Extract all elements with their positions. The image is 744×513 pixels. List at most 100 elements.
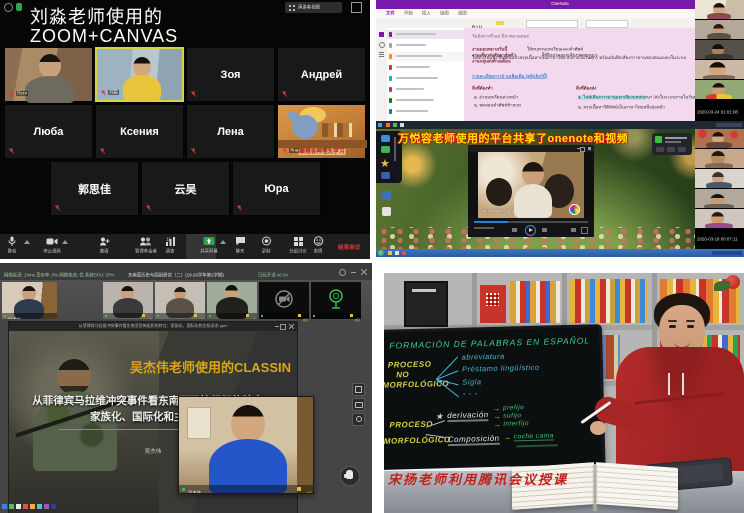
taskbar-icon[interactable] bbox=[16, 504, 21, 509]
teacher-video-tile[interactable]: 吴杰伟 bbox=[2, 282, 57, 319]
video-tile[interactable]: Люба bbox=[4, 104, 93, 159]
minimize-icon[interactable] bbox=[351, 272, 356, 273]
filmstrip-video[interactable] bbox=[695, 149, 744, 168]
filmstrip-video[interactable] bbox=[695, 169, 744, 188]
page-hyperlink[interactable]: รายละเอียดการบ้านเพิ่มเติม (คลิกลิงก์นี้… bbox=[472, 74, 547, 79]
highlighter-icon[interactable] bbox=[496, 21, 504, 25]
video-tile[interactable]: Петя bbox=[4, 47, 93, 102]
tab-draw[interactable]: 绘图 bbox=[440, 11, 449, 16]
filmstrip-video[interactable] bbox=[695, 209, 744, 228]
taskbar-app-icon[interactable] bbox=[388, 251, 392, 255]
taskbar-icon[interactable] bbox=[2, 504, 7, 509]
members-tool-button[interactable] bbox=[352, 413, 365, 426]
video-tile[interactable]: Андрей bbox=[277, 47, 366, 102]
desktop-icon[interactable] bbox=[382, 207, 391, 216]
pptx-minimize-icon[interactable] bbox=[275, 326, 279, 327]
taskbar-icon[interactable] bbox=[9, 504, 14, 509]
taskbar-icon[interactable] bbox=[44, 504, 49, 509]
video-tile[interactable]: 云吴 bbox=[141, 161, 230, 216]
taskbar-app-icon[interactable] bbox=[400, 123, 404, 127]
share-caret-icon[interactable] bbox=[220, 240, 226, 244]
camera-off-tile[interactable]: x0 bbox=[311, 282, 361, 319]
chat-button[interactable]: 聊天 bbox=[232, 236, 248, 256]
start-orb[interactable] bbox=[378, 250, 384, 256]
student-video-tile[interactable]: x0 bbox=[103, 282, 153, 319]
raise-hand-button[interactable] bbox=[340, 466, 360, 486]
fullscreen-icon[interactable] bbox=[351, 2, 362, 13]
recent-icon[interactable] bbox=[379, 52, 384, 53]
pptx-titlebar[interactable]: 从菲律宾马拉维冲突事件看东南亚恐怖组织的特点：家族化、国际化和主权诉求.pptx bbox=[9, 322, 297, 331]
video-tile-cartoon[interactable]: 聚精会神埋头学习 Яна bbox=[277, 104, 366, 159]
filmstrip-video[interactable] bbox=[695, 0, 744, 19]
stop-video-button[interactable]: 停止视频 bbox=[36, 236, 68, 256]
invite-button[interactable]: 邀请 bbox=[96, 236, 112, 256]
filmstrip-video[interactable] bbox=[695, 80, 744, 99]
filmstrip-video[interactable] bbox=[695, 129, 744, 148]
tab-file[interactable]: 文件 bbox=[386, 11, 395, 16]
start-button[interactable] bbox=[378, 123, 382, 127]
taskbar-icon[interactable] bbox=[30, 504, 35, 509]
video-tile[interactable]: 郭思佳 bbox=[50, 161, 139, 216]
student-video-tile[interactable]: x0 bbox=[207, 282, 257, 319]
polls-button[interactable]: 调查 bbox=[162, 236, 178, 256]
taskbar-icon[interactable] bbox=[51, 504, 56, 509]
tab-view[interactable]: 视图 bbox=[458, 11, 467, 16]
styles-dropdown[interactable] bbox=[586, 20, 628, 28]
video-tile[interactable]: Зоя bbox=[186, 47, 275, 102]
board-tool-button[interactable] bbox=[352, 383, 365, 396]
volume-icon[interactable] bbox=[571, 228, 576, 232]
prev-button[interactable] bbox=[512, 228, 517, 232]
search-icon[interactable] bbox=[379, 42, 385, 48]
play-button[interactable] bbox=[525, 225, 536, 236]
tab-insert[interactable]: 插入 bbox=[422, 11, 431, 16]
filmstrip-video[interactable] bbox=[695, 20, 744, 39]
section-item[interactable] bbox=[387, 74, 464, 83]
pptx-close-icon[interactable] bbox=[289, 324, 294, 329]
next-button[interactable] bbox=[542, 228, 547, 232]
system-tray[interactable] bbox=[716, 123, 742, 127]
video-frame[interactable]: สารคดีเด็กไทย bbox=[478, 152, 584, 218]
taskbar-app-icon[interactable] bbox=[402, 251, 406, 255]
pen-tool-icon[interactable] bbox=[381, 135, 390, 142]
reactions-button[interactable]: 表情 bbox=[310, 236, 326, 256]
fullscreen-player-icon[interactable] bbox=[581, 227, 588, 234]
mute-caret-icon[interactable] bbox=[24, 240, 30, 244]
highlight-tool-icon[interactable] bbox=[381, 146, 390, 153]
camera-off-tile[interactable]: x0 bbox=[259, 282, 309, 319]
section-item[interactable] bbox=[387, 41, 464, 50]
star-tool-icon[interactable]: ★ bbox=[380, 159, 390, 170]
settings-gear-icon[interactable] bbox=[339, 269, 346, 276]
slider-control[interactable] bbox=[394, 137, 396, 161]
chat-tool-button[interactable] bbox=[352, 398, 365, 411]
tab-home[interactable]: 开始 bbox=[404, 11, 413, 16]
security-shield-icon[interactable] bbox=[16, 3, 22, 11]
section-item[interactable] bbox=[387, 85, 464, 94]
record-button[interactable]: 录制 bbox=[258, 236, 274, 256]
video-tile[interactable]: Лена bbox=[186, 104, 275, 159]
system-tray[interactable] bbox=[712, 251, 742, 255]
section-item[interactable] bbox=[387, 96, 464, 105]
video-tile-active-speaker[interactable]: 刘淼 bbox=[95, 47, 184, 102]
share-screen-button[interactable]: 共享屏幕 bbox=[193, 236, 225, 256]
video-tile[interactable]: Юра bbox=[232, 161, 321, 216]
recorder-stop-button[interactable] bbox=[656, 147, 664, 152]
floating-teacher-video[interactable]: 吴杰伟 x0 bbox=[178, 396, 314, 494]
taskbar-app-icon[interactable] bbox=[395, 251, 399, 255]
progress-bar[interactable] bbox=[474, 221, 588, 223]
end-meeting-button[interactable]: 结束会议 bbox=[338, 245, 360, 251]
notebooks-icon[interactable] bbox=[379, 32, 384, 37]
desktop-icon[interactable] bbox=[382, 191, 391, 200]
recorder-pause-button[interactable] bbox=[667, 147, 675, 152]
video-tile[interactable]: Ксения bbox=[95, 104, 184, 159]
gear-icon[interactable] bbox=[4, 3, 13, 12]
section-item-selected[interactable] bbox=[387, 30, 464, 39]
manage-participants-button[interactable]: 管理参会者 11 bbox=[126, 236, 166, 256]
filmstrip-video[interactable] bbox=[695, 189, 744, 208]
save-tool-icon[interactable] bbox=[381, 172, 390, 179]
section-item[interactable] bbox=[387, 52, 464, 61]
share-screen-highlight[interactable]: 共享屏幕 bbox=[186, 234, 216, 259]
taskbar-app-icon[interactable] bbox=[393, 123, 397, 127]
close-icon[interactable] bbox=[361, 269, 367, 275]
taskbar-icon[interactable] bbox=[37, 504, 42, 509]
video-caret-icon[interactable] bbox=[62, 240, 68, 244]
